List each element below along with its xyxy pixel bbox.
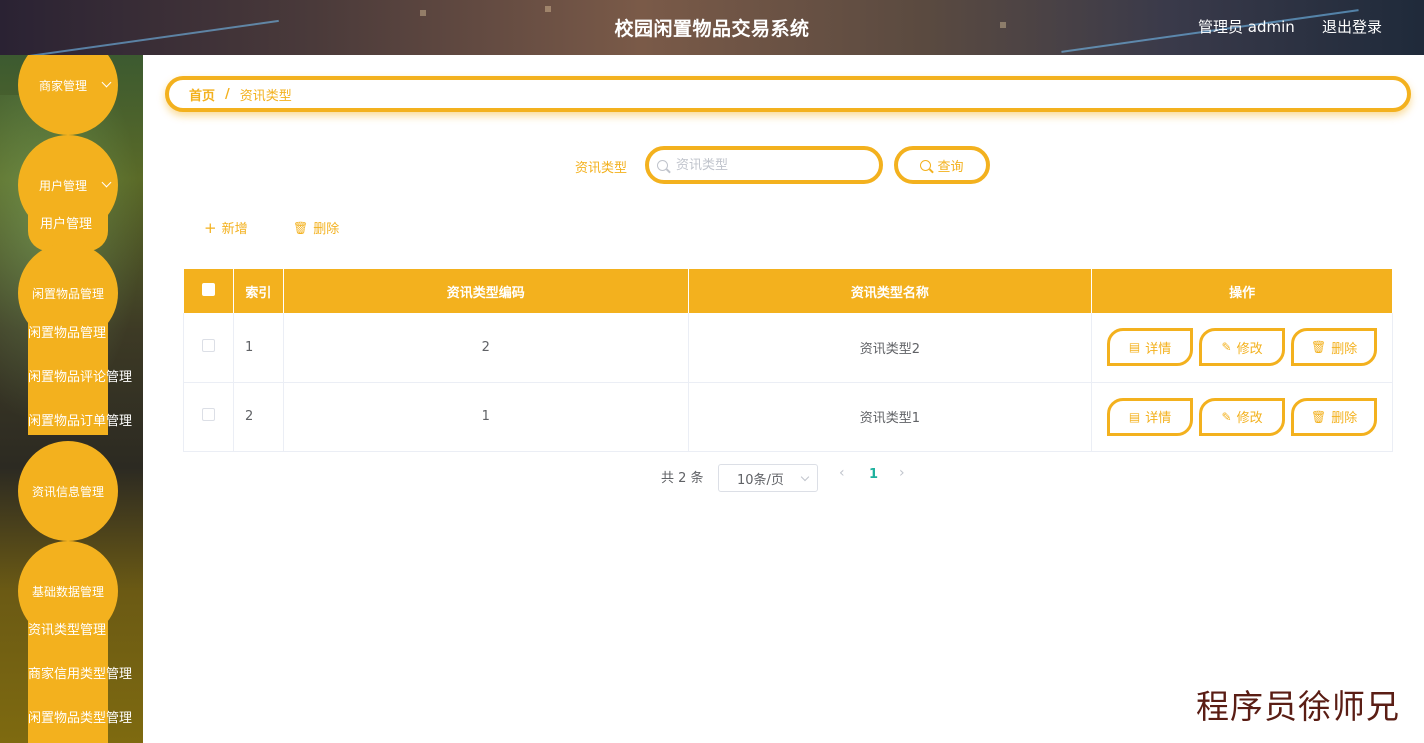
breadcrumb-separator: /: [225, 86, 230, 102]
search-button-label: 查询: [937, 159, 964, 175]
document-icon: ▤: [1128, 409, 1141, 424]
delete-button[interactable]: 🗑 删除: [1291, 328, 1378, 367]
table-header-row: 索引 资讯类型编码 资讯类型名称 操作: [183, 269, 1393, 313]
cell-name: 资讯类型1: [688, 382, 1093, 452]
menu-news[interactable]: 资讯信息管理: [18, 441, 118, 541]
delete-button[interactable]: 🗑 删除: [1291, 397, 1378, 436]
cell-actions: ▤ 详情 ✎ 修改 🗑 删除: [1091, 313, 1393, 383]
news-type-table: 索引 资讯类型编码 资讯类型名称 操作 1 2 资讯类型2 ▤ 详情 ✎ 修改 🗑 删除 …: [183, 269, 1393, 452]
add-button-label: 新增: [221, 222, 248, 237]
sidebar-item-idle-goods-type[interactable]: 闲置物品类型管理: [28, 707, 132, 726]
watermark-text: 程序员徐师兄: [1196, 687, 1400, 726]
menu-label: 闲置物品管理: [31, 286, 104, 301]
plus-icon: +: [204, 218, 217, 237]
next-page-button[interactable]: ›: [899, 465, 905, 481]
row-select-cell: [183, 382, 234, 452]
search-icon: [920, 159, 932, 171]
cell-index: 2: [233, 382, 284, 452]
edit-label: 修改: [1236, 341, 1263, 357]
cell-actions: ▤ 详情 ✎ 修改 🗑 删除: [1091, 382, 1393, 452]
add-button[interactable]: + 新增: [204, 218, 248, 238]
table-row: 2 1 资讯类型1 ▤ 详情 ✎ 修改 🗑 删除: [183, 382, 1393, 452]
edit-icon: ✎: [1221, 340, 1232, 355]
sidebar: 商家管理 用户管理 用户管理 闲置物品管理 闲置物品管理 闲置物品评论管理 闲置…: [0, 55, 143, 743]
delete-button-label: 删除: [313, 222, 340, 237]
edit-button[interactable]: ✎ 修改: [1199, 397, 1286, 436]
select-all-cell: [183, 269, 234, 313]
breadcrumb-home[interactable]: 首页: [189, 85, 215, 104]
page-size-select[interactable]: 10条/页: [718, 464, 818, 492]
breadcrumb: 首页 / 资讯类型: [165, 76, 1411, 112]
delete-label: 删除: [1331, 341, 1358, 357]
chevron-down-icon: [101, 77, 112, 88]
search-label: 资讯类型: [575, 161, 628, 176]
cell-code: 1: [283, 382, 689, 452]
cell-index: 1: [233, 313, 284, 383]
prev-page-button[interactable]: ‹: [839, 465, 845, 481]
page-number-current[interactable]: 1: [869, 467, 878, 482]
trash-icon: 🗑: [1310, 340, 1327, 355]
cell-code: 2: [283, 313, 689, 383]
edit-label: 修改: [1236, 411, 1263, 426]
menu-label: 基础数据管理: [31, 584, 104, 599]
column-header-index: 索引: [233, 269, 284, 313]
pagination-total: 共 2 条: [661, 471, 704, 486]
page-size-value: 10条/页: [737, 472, 784, 488]
trash-icon: 🗑: [293, 220, 309, 235]
column-header-actions: 操作: [1091, 269, 1393, 313]
logout-link[interactable]: 退出登录: [1322, 16, 1382, 37]
batch-delete-button[interactable]: 🗑 删除: [293, 218, 340, 238]
sidebar-item-merchant-credit-type[interactable]: 商家信用类型管理: [28, 663, 132, 682]
row-checkbox[interactable]: [201, 408, 215, 421]
cell-name: 资讯类型2: [688, 313, 1093, 383]
column-header-name: 资讯类型名称: [688, 269, 1093, 313]
sidebar-item-user-management[interactable]: 用户管理: [40, 213, 92, 232]
chevron-down-icon: [800, 472, 810, 482]
detail-label: 详情: [1145, 341, 1172, 357]
edit-button[interactable]: ✎ 修改: [1199, 328, 1286, 367]
table-row: 1 2 资讯类型2 ▤ 详情 ✎ 修改 🗑 删除: [183, 313, 1393, 383]
detail-label: 详情: [1145, 411, 1172, 426]
sidebar-item-idle-goods[interactable]: 闲置物品管理: [28, 322, 106, 341]
sidebar-item-idle-goods-orders[interactable]: 闲置物品订单管理: [28, 410, 132, 429]
search-input[interactable]: [676, 157, 856, 173]
trash-icon: 🗑: [1310, 409, 1327, 424]
menu-label: 商家管理: [38, 78, 87, 93]
breadcrumb-current: 资讯类型: [239, 88, 292, 104]
menu-label: 资讯信息管理: [31, 484, 104, 499]
edit-icon: ✎: [1221, 409, 1232, 424]
menu-label: 用户管理: [38, 178, 87, 193]
top-header: 校园闲置物品交易系统 管理员 admin 退出登录: [0, 0, 1424, 55]
header-decoration: [545, 6, 551, 12]
search-icon: [657, 159, 668, 171]
row-checkbox[interactable]: [201, 338, 215, 352]
sidebar-item-idle-goods-comments[interactable]: 闲置物品评论管理: [28, 366, 132, 385]
sidebar-item-news-type[interactable]: 资讯类型管理: [28, 619, 106, 638]
select-all-checkbox[interactable]: [201, 282, 215, 296]
column-header-code: 资讯类型编码: [283, 269, 689, 313]
chevron-down-icon: [101, 177, 112, 188]
search-field[interactable]: [645, 146, 883, 184]
delete-label: 删除: [1331, 411, 1358, 426]
detail-button[interactable]: ▤ 详情: [1107, 328, 1194, 367]
search-button[interactable]: 查询: [894, 146, 990, 184]
detail-button[interactable]: ▤ 详情: [1107, 397, 1194, 436]
row-select-cell: [183, 313, 234, 383]
admin-label: 管理员 admin: [1198, 18, 1295, 36]
document-icon: ▤: [1128, 340, 1141, 355]
